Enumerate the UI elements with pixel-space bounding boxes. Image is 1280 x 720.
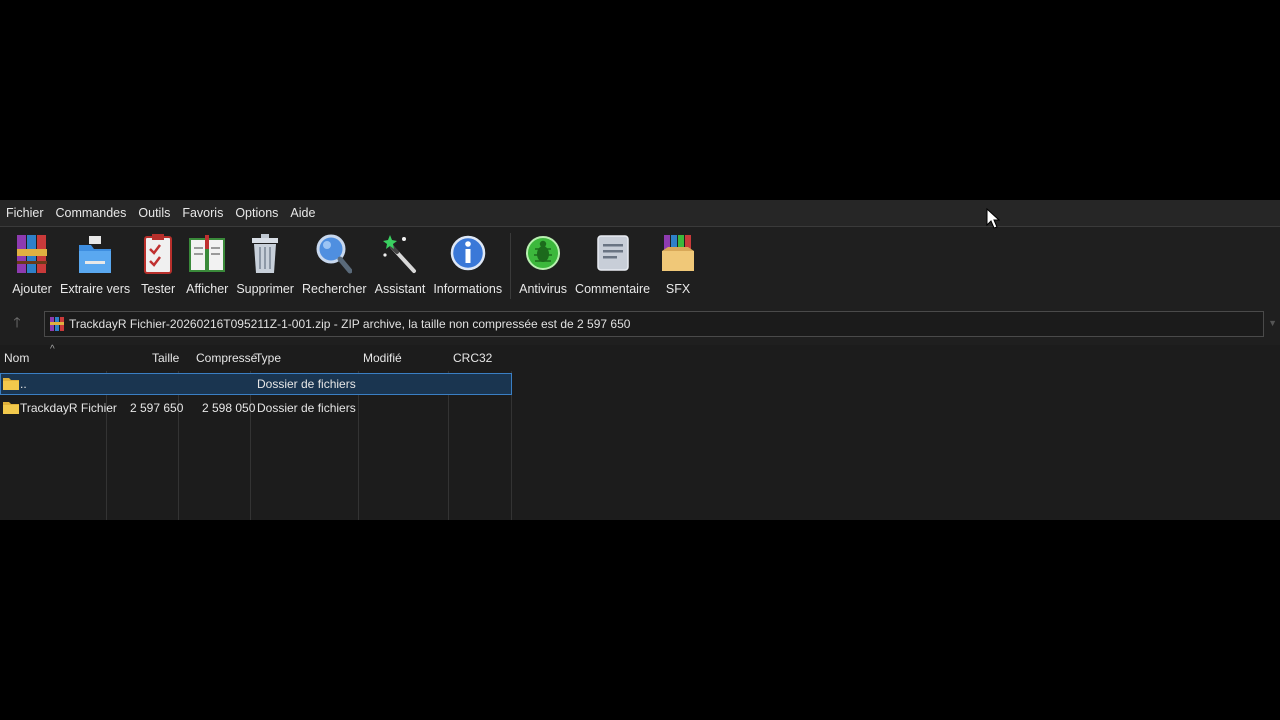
folder-icon xyxy=(3,378,19,390)
toolbar: Ajouter Extraire vers Tester Afficher Su… xyxy=(0,227,1280,307)
extraire-vers-button[interactable]: Extraire vers xyxy=(56,227,134,301)
antivirus-button[interactable]: Antivirus xyxy=(515,227,571,301)
rechercher-label: Rechercher xyxy=(301,282,367,296)
menu-commandes[interactable]: Commandes xyxy=(50,200,133,226)
trash-can-icon xyxy=(245,232,285,276)
column-header-taille[interactable]: Taille xyxy=(152,345,179,371)
comment-icon xyxy=(593,232,633,276)
assistant-label: Assistant xyxy=(374,282,426,296)
informations-button[interactable]: Informations xyxy=(429,227,506,301)
toolbar-separator xyxy=(510,233,512,299)
menu-fichier[interactable]: Fichier xyxy=(0,200,50,226)
antivirus-label: Antivirus xyxy=(519,282,568,296)
menu-options[interactable]: Options xyxy=(229,200,284,226)
row-packed: 2 598 050 xyxy=(202,401,256,415)
archive-file-icon xyxy=(50,317,64,331)
winrar-window: Fichier Commandes Outils Favoris Options… xyxy=(0,200,1280,520)
row-size: 2 597 650 xyxy=(130,401,184,415)
rechercher-button[interactable]: Rechercher xyxy=(298,227,371,301)
tester-label: Tester xyxy=(141,282,176,296)
sfx-box-icon xyxy=(658,232,698,276)
commentaire-button[interactable]: Commentaire xyxy=(571,227,654,301)
extraire-vers-label: Extraire vers xyxy=(60,282,131,296)
commentaire-label: Commentaire xyxy=(575,282,651,296)
row-type: Dossier de fichiers xyxy=(257,401,356,415)
folder-icon xyxy=(3,402,19,414)
tester-button[interactable]: Tester xyxy=(134,227,182,301)
menu-outils[interactable]: Outils xyxy=(132,200,176,226)
column-header-compresse[interactable]: Compressé xyxy=(196,345,257,371)
row-name: .. xyxy=(20,377,27,391)
mouse-cursor-icon xyxy=(986,208,1000,229)
table-row-trackdayr[interactable]: TrackdayR Fichier 2 597 650 2 598 050 Do… xyxy=(0,397,512,419)
column-header-modifie[interactable]: Modifié xyxy=(363,345,402,371)
informations-label: Informations xyxy=(433,282,503,296)
winrar-books-icon xyxy=(12,232,52,276)
archive-path-text: TrackdayR Fichier-20260216T095211Z-1-001… xyxy=(69,317,631,331)
column-header-crc32[interactable]: CRC32 xyxy=(453,345,492,371)
row-type: Dossier de fichiers xyxy=(257,377,356,391)
bug-shield-icon xyxy=(523,232,563,276)
file-list: Nom ^ Taille Compressé Type Modifié CRC3… xyxy=(0,344,1280,520)
address-bar: 🡑 TrackdayR Fichier-20260216T095211Z-1-0… xyxy=(0,309,1280,339)
info-icon xyxy=(448,232,488,276)
afficher-button[interactable]: Afficher xyxy=(182,227,232,301)
supprimer-label: Supprimer xyxy=(236,282,294,296)
sfx-label: SFX xyxy=(665,282,691,296)
sort-ascending-icon: ^ xyxy=(50,344,55,355)
magic-wand-icon xyxy=(380,232,420,276)
extract-folder-icon xyxy=(75,232,115,276)
afficher-label: Afficher xyxy=(186,282,229,296)
supprimer-button[interactable]: Supprimer xyxy=(232,227,298,301)
sfx-button[interactable]: SFX xyxy=(654,227,702,301)
clipboard-check-icon xyxy=(138,232,178,276)
menu-favoris[interactable]: Favoris xyxy=(176,200,229,226)
table-row-parent[interactable]: .. Dossier de fichiers xyxy=(0,373,512,395)
magnifier-icon xyxy=(314,232,354,276)
assistant-button[interactable]: Assistant xyxy=(371,227,430,301)
open-book-icon xyxy=(187,232,227,276)
column-header-type[interactable]: Type xyxy=(255,345,281,371)
ajouter-label: Ajouter xyxy=(12,282,52,296)
column-header-nom[interactable]: Nom xyxy=(4,345,29,371)
archive-path-field[interactable]: TrackdayR Fichier-20260216T095211Z-1-001… xyxy=(44,311,1277,337)
menu-aide[interactable]: Aide xyxy=(284,200,321,226)
path-dropdown-icon[interactable]: ▼ xyxy=(1268,318,1277,328)
ajouter-button[interactable]: Ajouter xyxy=(8,227,56,301)
up-arrow-icon[interactable]: 🡑 xyxy=(0,309,34,339)
menu-bar: Fichier Commandes Outils Favoris Options… xyxy=(0,200,1280,227)
row-name: TrackdayR Fichier xyxy=(20,401,117,415)
